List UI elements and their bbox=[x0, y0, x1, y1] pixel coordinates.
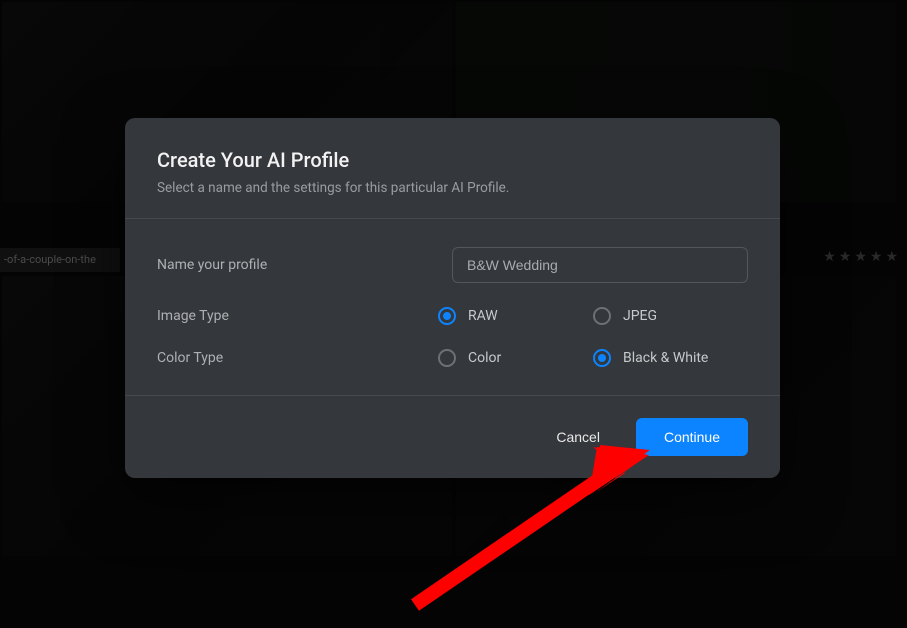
image-type-raw-option[interactable]: RAW bbox=[438, 307, 593, 325]
profile-name-input[interactable] bbox=[452, 247, 748, 283]
modal-footer: Cancel Continue bbox=[125, 396, 780, 478]
image-type-jpeg-option[interactable]: JPEG bbox=[593, 307, 748, 325]
radio-label: Color bbox=[468, 350, 501, 366]
cancel-button[interactable]: Cancel bbox=[552, 419, 604, 455]
color-type-bw-option[interactable]: Black & White bbox=[593, 349, 748, 367]
modal-header: Create Your AI Profile Select a name and… bbox=[125, 118, 780, 219]
color-type-radio-group: Color Black & White bbox=[438, 349, 748, 367]
profile-name-row: Name your profile bbox=[157, 247, 748, 283]
radio-label: Black & White bbox=[623, 350, 708, 366]
modal-subtitle: Select a name and the settings for this … bbox=[157, 180, 748, 196]
modal-title: Create Your AI Profile bbox=[157, 148, 748, 172]
image-type-label: Image Type bbox=[157, 308, 438, 324]
color-type-label: Color Type bbox=[157, 350, 438, 366]
create-ai-profile-modal: Create Your AI Profile Select a name and… bbox=[125, 118, 780, 478]
image-type-radio-group: RAW JPEG bbox=[438, 307, 748, 325]
color-type-row: Color Type Color Black & White bbox=[157, 349, 748, 367]
radio-unselected-icon bbox=[438, 349, 456, 367]
color-type-color-option[interactable]: Color bbox=[438, 349, 593, 367]
radio-unselected-icon bbox=[593, 307, 611, 325]
modal-body: Name your profile Image Type RAW JPEG Co… bbox=[125, 219, 780, 396]
radio-selected-icon bbox=[593, 349, 611, 367]
continue-button[interactable]: Continue bbox=[636, 418, 748, 456]
radio-label: JPEG bbox=[623, 308, 657, 324]
radio-selected-icon bbox=[438, 307, 456, 325]
profile-name-label: Name your profile bbox=[157, 257, 452, 273]
image-type-row: Image Type RAW JPEG bbox=[157, 307, 748, 325]
radio-label: RAW bbox=[468, 308, 498, 324]
